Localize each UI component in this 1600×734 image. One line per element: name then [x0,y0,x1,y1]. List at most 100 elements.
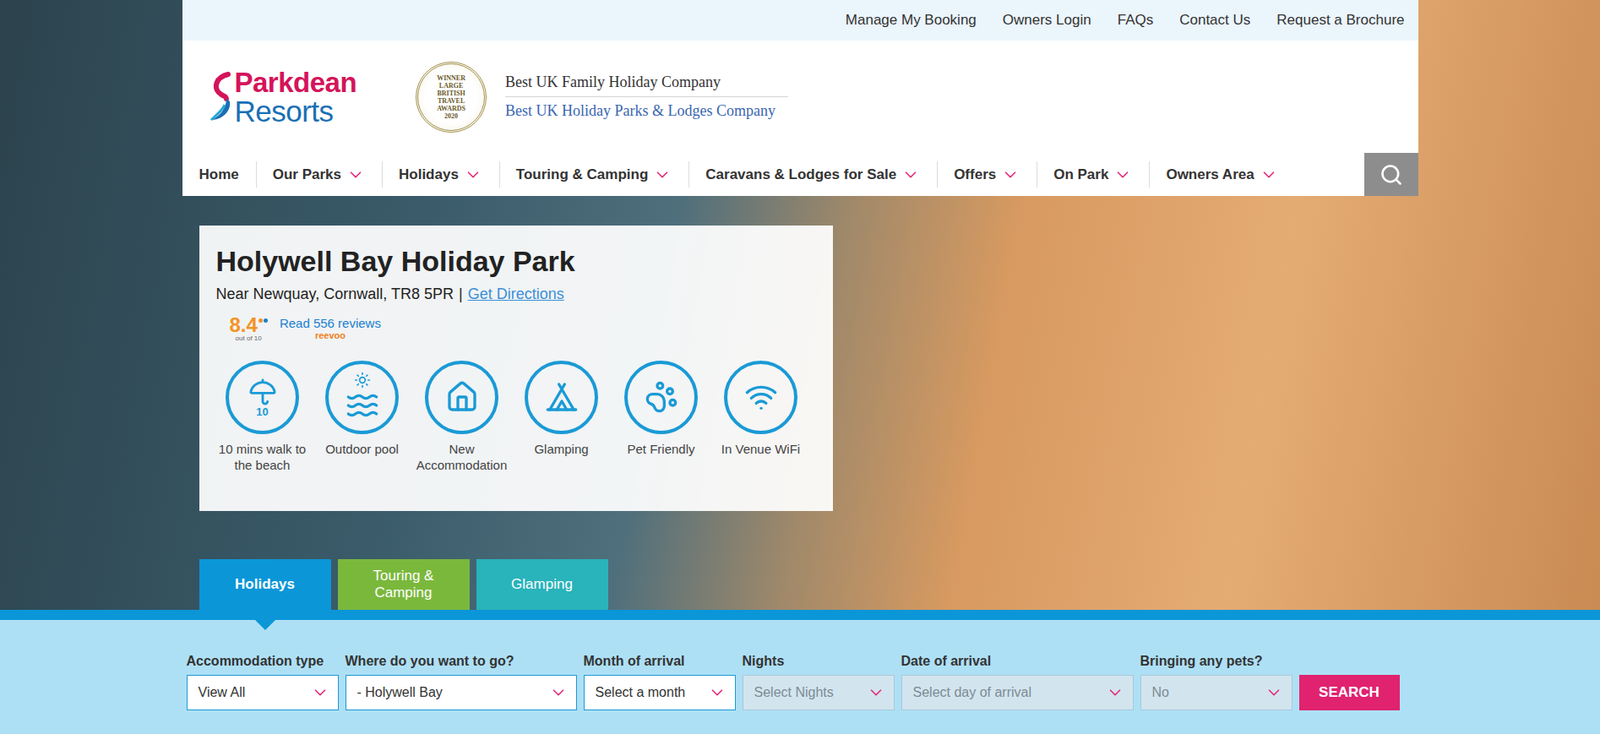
rating: 8.4out of 10Read 556 reviewsreevoo [229,315,817,343]
badge-line: TRAVEL [437,97,465,105]
field-label: Bringing any pets? [1140,653,1293,670]
park-title: Holywell Bay Holiday Park [216,244,817,279]
directions-link[interactable]: Get Directions [468,285,565,304]
booking-tab[interactable]: Touring & Camping [337,559,470,610]
nav-item[interactable]: Holidays [381,152,500,196]
logo-row: ParkdeanResorts WINNERLARGEBRITISHTRAVELA… [182,40,1419,153]
feature-label: Glamping [533,440,588,458]
feature-label: 10 mins walk to the beach [216,440,310,474]
page: Manage My Booking Owners Login FAQs Contact… [0,0,1600,734]
review-provider: reevoo [315,330,346,342]
chevron-down-icon [310,683,330,703]
field-select: No [1140,674,1293,711]
award: WINNERLARGEBRITISHTRAVELAWARDS2020 Best U… [415,61,789,133]
award-titles: Best UK Family Holiday CompanyBest UK Ho… [505,68,789,126]
booking-tabs: HolidaysTouring & CampingGlamping [199,559,1419,610]
search-field: Accommodation type View All [186,653,339,711]
field-value: Select a month [595,685,686,701]
field-value: View All [198,685,246,701]
accommodation-icon [445,380,479,414]
utility-link[interactable]: FAQs [1117,11,1154,29]
feature-circle [325,360,399,435]
field-value: - Holywell Bay [357,685,443,701]
chevron-down-icon [1001,165,1020,185]
feature: Glamping [515,360,609,474]
nav-item[interactable]: On Park [1036,152,1149,196]
award-title: Best UK Family Holiday Company [505,68,789,97]
search-button[interactable] [1364,152,1419,196]
utility-link[interactable]: Request a Brochure [1276,11,1405,29]
logo-text: ParkdeanResorts [234,68,358,126]
award-badge: WINNERLARGEBRITISHTRAVELAWARDS2020 [415,61,487,133]
score-dot [258,318,263,323]
chevron-down-icon [1259,165,1279,185]
container: Manage My Booking Owners Login FAQs Contact… [182,0,1419,610]
booking-tab[interactable]: Holidays [199,559,332,610]
search-field: Date of arrival Select day of arrival [901,653,1134,711]
badge-line: LARGE [439,81,463,90]
field-label: Accommodation type [186,653,339,670]
badge-line: 2020 [444,112,458,120]
feature-circle: 10 [225,360,300,435]
utility-link[interactable]: Owners Login [1002,11,1092,29]
chevron-down-icon [653,165,672,185]
features: 10 10 mins walk to the beachOutdoor poolN… [216,360,817,474]
search-field: Month of arrival Select a month [583,653,736,711]
park-card: Holywell Bay Holiday Park Near Newquay, C… [199,225,833,512]
field-value: Select day of arrival [913,685,1033,701]
chevron-down-icon [1105,683,1125,703]
search-field: Where do you want to go?- Holywell Bay [345,653,577,711]
search-field: Bringing any pets? No [1140,653,1293,711]
tent-icon [544,380,579,414]
nav-item[interactable]: Touring & Camping [499,152,689,196]
feature-label: New Accommodation [415,440,509,474]
chevron-down-icon [549,683,568,703]
wifi-icon [744,380,779,414]
field-select[interactable]: Select a month [583,674,736,711]
feature: In Venue WiFi [714,360,808,474]
chevron-down-icon [1264,683,1284,703]
field-select[interactable]: View All [186,674,339,711]
field-value: No [1152,685,1170,701]
score-scale: out of 10 [235,335,262,343]
feature: 10 10 mins walk to the beach [216,360,310,474]
nav-item[interactable]: Caravans & Lodges for Sale [688,152,937,196]
feature: Outdoor pool [315,360,409,474]
utility-link[interactable]: Manage My Booking [845,11,977,29]
feature-circle [424,360,499,435]
chevron-down-icon [901,165,920,185]
logo[interactable]: ParkdeanResorts [207,68,358,126]
search-submit-button[interactable]: SEARCH [1299,674,1400,711]
address-separator: | [458,285,463,304]
feature-label: Pet Friendly [626,440,695,458]
chevron-down-icon [707,683,727,703]
feature-circle [524,360,599,435]
logo-swoosh-icon [207,70,234,124]
feature-circle [723,360,798,435]
utility-link[interactable]: Contact Us [1179,11,1251,29]
booking-tab[interactable]: Glamping [476,559,609,610]
nav-item[interactable]: Our Parks [255,152,382,196]
field-select[interactable]: - Holywell Bay [345,674,577,711]
chevron-down-icon [346,165,365,185]
nav-item[interactable]: Offers [936,152,1037,196]
search-icon [1379,163,1404,187]
main-nav: HomeOur ParksHolidaysTouring & CampingCa… [182,152,1419,196]
field-label: Month of arrival [583,653,736,670]
nav-item[interactable]: Home [182,152,256,196]
badge-line: AWARDS [436,104,466,113]
badge-line: WINNER [436,74,466,82]
hero-photo: Manage My Booking Owners Login FAQs Contact… [0,0,1600,610]
award-title: Best UK Holiday Parks & Lodges Company [505,96,789,126]
pool-icon [345,388,380,423]
nav-item[interactable]: Owners Area [1148,152,1295,196]
park-address: Near Newquay, Cornwall, TR8 5PR|Get Dire… [216,285,817,304]
chevron-down-icon [1113,165,1132,185]
reviews: Read 556 reviewsreevoo [279,315,381,342]
feature-circle [624,360,698,435]
feature-label: In Venue WiFi [721,440,800,458]
field-select: Select Nights [742,674,895,711]
beach-icon-text: 10 [255,406,268,418]
field-label: Date of arrival [901,653,1134,670]
reviews-link[interactable]: Read 556 reviews [279,315,381,331]
